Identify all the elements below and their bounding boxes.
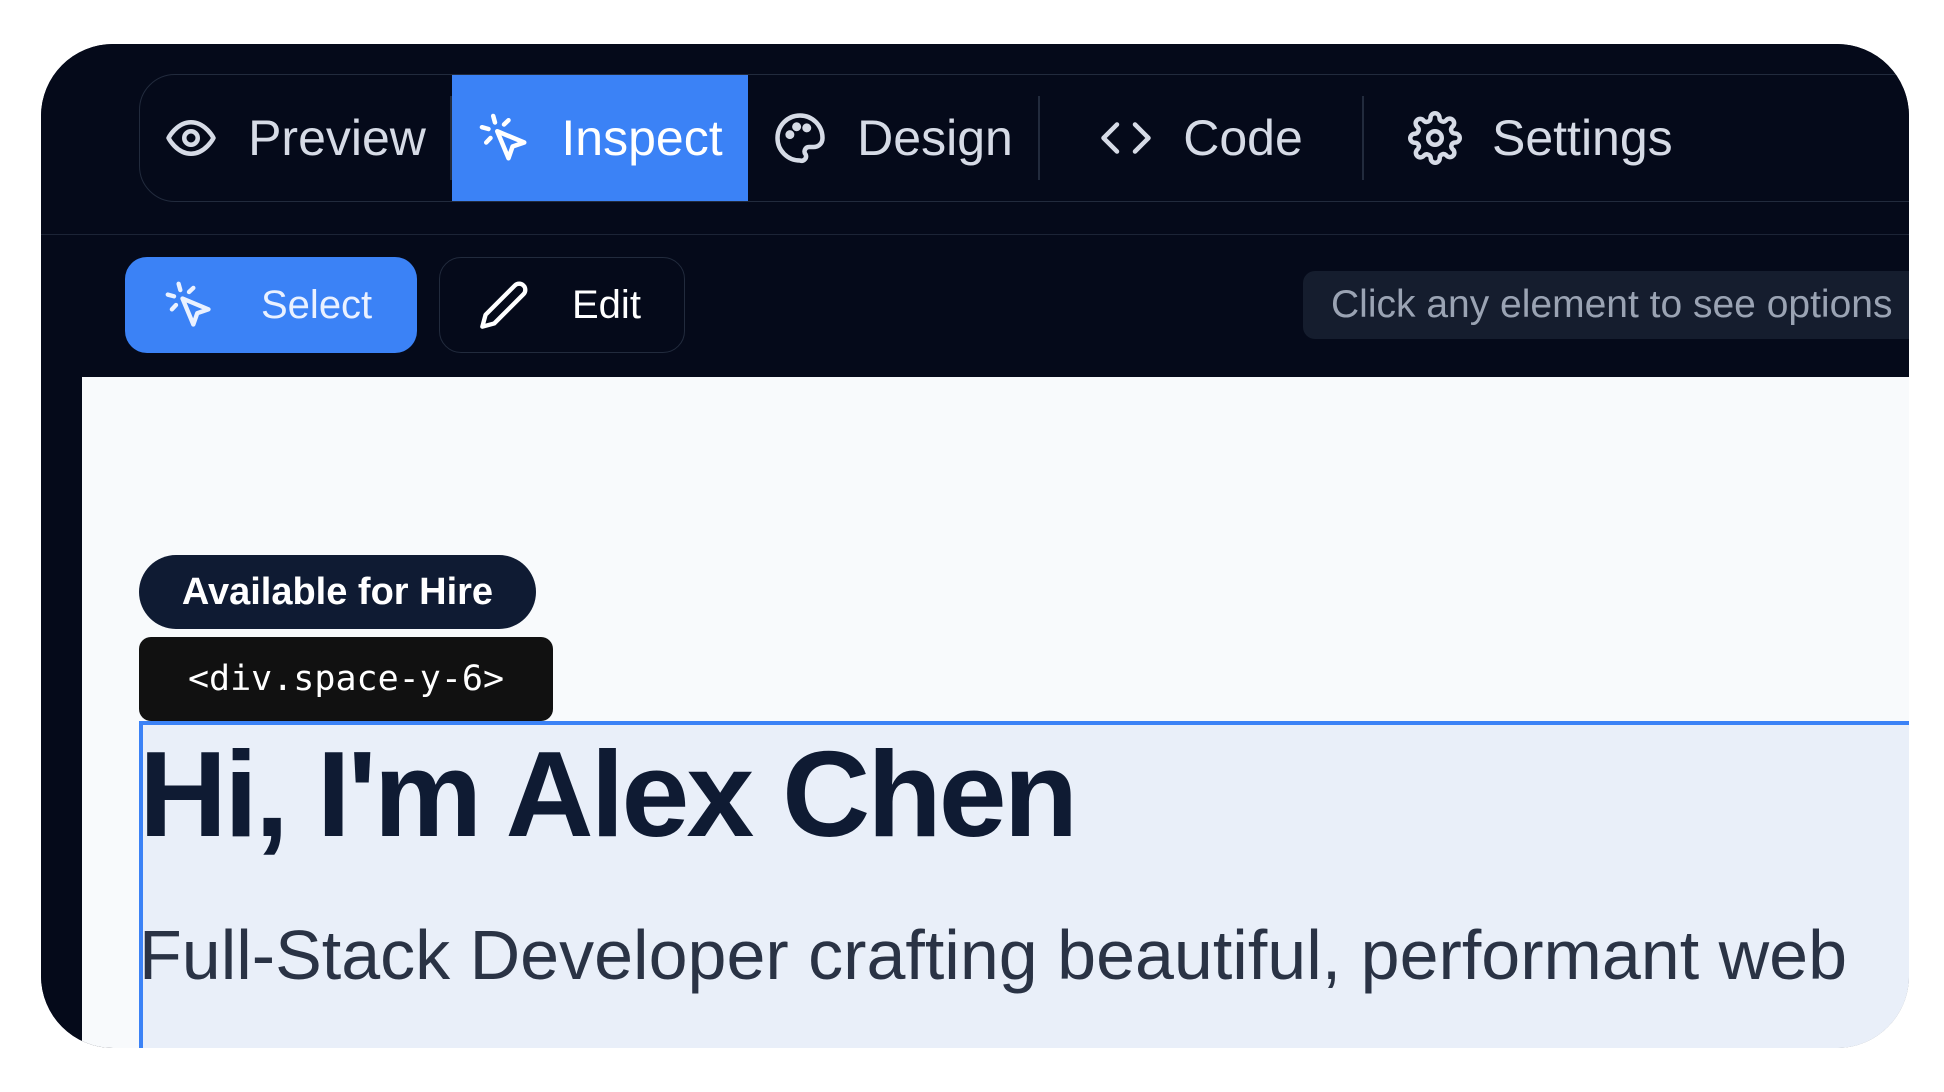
availability-badge[interactable]: Available for Hire: [139, 555, 536, 629]
code-brackets-icon: [1099, 111, 1153, 165]
tab-label: Code: [1183, 110, 1303, 166]
inspect-hint: Click any element to see options: [1303, 271, 1909, 339]
tab-design[interactable]: Design: [748, 75, 1038, 201]
edit-label: Edit: [572, 282, 641, 327]
inspect-toolbar: Select Edit Click any element to see opt…: [41, 235, 1909, 377]
palette-icon: [773, 111, 827, 165]
pencil-icon: [478, 279, 530, 331]
tab-code[interactable]: Code: [1040, 75, 1362, 201]
tab-label: Settings: [1492, 110, 1673, 166]
tab-label: Design: [857, 110, 1013, 166]
eye-icon: [164, 111, 218, 165]
edit-button[interactable]: Edit: [439, 257, 685, 353]
tab-preview[interactable]: Preview: [140, 75, 450, 201]
element-tag-tooltip: <div.space-y-6>: [139, 637, 553, 721]
left-rail: [41, 377, 82, 1048]
hero-title[interactable]: Hi, I'm Alex Chen: [139, 727, 1078, 861]
mode-tabs: Preview Inspect Design Code Settings: [139, 74, 1909, 202]
app-window: Preview Inspect Design Code Settings Sel…: [41, 44, 1909, 1048]
cursor-click-icon: [163, 279, 215, 331]
preview-canvas: Available for Hire <div.space-y-6> Hi, I…: [82, 377, 1909, 1048]
tab-inspect[interactable]: Inspect: [452, 75, 748, 201]
tab-label: Inspect: [561, 110, 723, 166]
top-bar: Preview Inspect Design Code Settings: [41, 44, 1909, 235]
tab-settings[interactable]: Settings: [1364, 75, 1704, 201]
select-label: Select: [261, 282, 373, 327]
hero-subtitle[interactable]: Full-Stack Developer crafting beautiful,…: [139, 915, 1847, 995]
tab-label: Preview: [248, 110, 426, 166]
select-button[interactable]: Select: [125, 257, 417, 353]
cursor-click-icon: [477, 111, 531, 165]
gear-icon: [1408, 111, 1462, 165]
